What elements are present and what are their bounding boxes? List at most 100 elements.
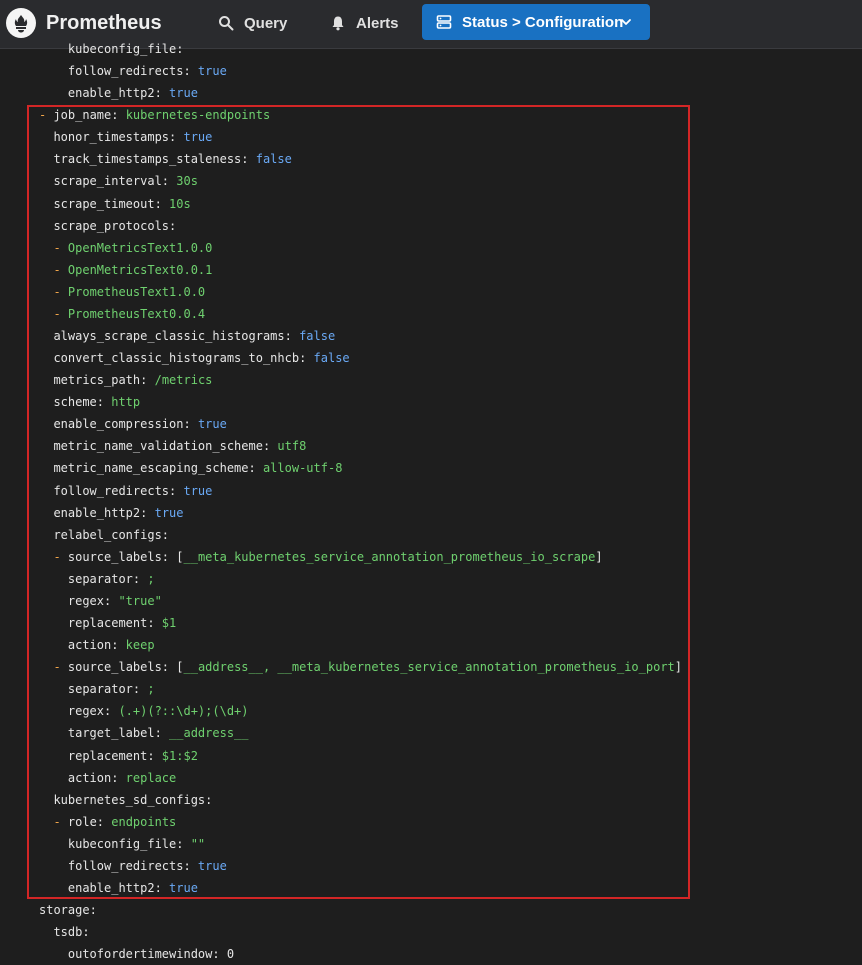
config-key: follow_redirects:: [53, 483, 184, 498]
config-key: regex:: [67, 593, 119, 608]
config-line: regex: "true": [0, 590, 862, 612]
config-key: enable_http2:: [67, 86, 170, 101]
config-line: scrape_timeout: 10s: [0, 193, 862, 215]
list-dash: -: [53, 284, 68, 299]
config-value: /metrics: [154, 373, 213, 388]
status-configuration-menu-button[interactable]: Status > Configuration: [422, 4, 650, 40]
list-dash: -: [53, 262, 68, 277]
config-value: PrometheusText0.0.4: [67, 306, 206, 321]
config-value: true: [197, 417, 227, 432]
list-dash: -: [53, 660, 68, 675]
server-icon: [436, 14, 452, 30]
config-line: enable_compression: true: [0, 413, 862, 435]
config-line: - OpenMetricsText1.0.0: [0, 237, 862, 259]
config-line: metric_name_escaping_scheme: allow-utf-8: [0, 457, 862, 479]
config-key: follow_redirects:: [67, 858, 198, 873]
config-key: enable_http2:: [53, 505, 155, 520]
config-line: metric_name_validation_scheme: utf8: [0, 435, 862, 457]
config-line: scrape_interval: 30s: [0, 170, 862, 192]
config-value: $1:$2: [161, 748, 198, 763]
config-key: tsdb:: [53, 925, 90, 940]
config-value: __address__: [169, 726, 249, 741]
brand[interactable]: Prometheus: [6, 6, 162, 40]
config-line: scheme: http: [0, 391, 862, 413]
brand-name: Prometheus: [46, 11, 162, 34]
config-line: kubeconfig_file:: [0, 38, 862, 60]
status-configuration-label: Status > Configuration: [462, 13, 624, 31]
config-key: action:: [67, 638, 126, 653]
config-line: always_scrape_classic_histograms: false: [0, 325, 862, 347]
config-value: endpoints: [111, 814, 177, 829]
config-value: $1: [161, 616, 177, 631]
config-line: honor_timestamps: true: [0, 126, 862, 148]
config-key: role:: [67, 814, 112, 829]
prometheus-logo-icon: [6, 8, 36, 38]
config-value: [__address__, __meta_kubernetes_service_…: [176, 660, 683, 675]
config-key: enable_http2:: [67, 880, 170, 895]
config-key: honor_timestamps:: [53, 130, 184, 145]
config-value: ;: [147, 571, 155, 586]
config-key: metric_name_validation_scheme:: [53, 439, 278, 454]
config-value: replace: [125, 770, 177, 785]
config-line: regex: (.+)(?::\d+);(\d+): [0, 700, 862, 722]
config-line: metrics_path: /metrics: [0, 369, 862, 391]
nav-alerts[interactable]: Alerts: [330, 10, 399, 36]
config-value: OpenMetricsText0.0.1: [67, 262, 213, 277]
config-key: enable_compression:: [53, 417, 198, 432]
config-value: true: [154, 505, 184, 520]
config-line: relabel_configs:: [0, 524, 862, 546]
config-value: true: [169, 880, 198, 895]
config-value: allow-utf-8: [262, 461, 343, 476]
config-key: separator:: [67, 682, 148, 697]
bell-icon: [332, 16, 344, 31]
config-key: replacement:: [67, 616, 162, 631]
config-value: (.+)(?::\d+);(\d+): [118, 704, 249, 719]
config-value: true: [183, 483, 213, 498]
config-line: - PrometheusText1.0.0: [0, 281, 862, 303]
nav-query[interactable]: Query: [218, 10, 287, 36]
config-value: false: [299, 329, 336, 344]
config-value: false: [255, 152, 292, 167]
config-value: [__meta_kubernetes_service_annotation_pr…: [176, 549, 603, 564]
config-line: - source_labels: [__address__, __meta_ku…: [0, 656, 862, 678]
config-line: track_timestamps_staleness: false: [0, 148, 862, 170]
config-value: http: [111, 395, 141, 410]
config-line: kubeconfig_file: "": [0, 833, 862, 855]
config-key: scheme:: [53, 395, 112, 410]
config-key: scrape_interval:: [53, 174, 177, 189]
config-line: - source_labels: [__meta_kubernetes_serv…: [0, 546, 862, 568]
config-key: track_timestamps_staleness:: [53, 152, 256, 167]
nav-query-label: Query: [244, 14, 288, 32]
config-key: always_scrape_classic_histograms:: [53, 329, 300, 344]
config-key: separator:: [67, 571, 148, 586]
config-value: true: [197, 64, 227, 79]
config-line: target_label: __address__: [0, 722, 862, 744]
nav-alerts-label: Alerts: [356, 14, 399, 32]
config-line: action: keep: [0, 634, 862, 656]
config-value: true: [169, 86, 198, 101]
config-value: "": [190, 836, 206, 851]
list-dash: -: [39, 108, 54, 123]
config-key: target_label:: [67, 726, 170, 741]
config-key: convert_classic_histograms_to_nhcb:: [53, 351, 314, 366]
config-line: - job_name: kubernetes-endpoints: [0, 104, 862, 126]
config-key: kubeconfig_file:: [67, 836, 191, 851]
config-line: enable_http2: true: [0, 502, 862, 524]
chevron-down-icon: [620, 16, 632, 28]
config-value: kubernetes-endpoints: [125, 108, 271, 123]
config-key: source_labels:: [67, 549, 177, 564]
config-key: action:: [67, 770, 126, 785]
config-value: 10s: [169, 196, 191, 211]
list-dash: -: [53, 549, 68, 564]
config-key: kubernetes_sd_configs:: [53, 792, 213, 807]
config-key: job_name:: [53, 108, 126, 123]
config-value: OpenMetricsText1.0.0: [67, 240, 213, 255]
config-key: relabel_configs:: [53, 527, 170, 542]
config-line: outofordertimewindow: 0: [0, 943, 862, 965]
config-value: keep: [125, 638, 155, 653]
config-key: scrape_timeout:: [53, 196, 170, 211]
config-line: replacement: $1: [0, 612, 862, 634]
config-line: replacement: $1:$2: [0, 745, 862, 767]
config-line: - OpenMetricsText0.0.1: [0, 259, 862, 281]
config-line: separator: ;: [0, 678, 862, 700]
